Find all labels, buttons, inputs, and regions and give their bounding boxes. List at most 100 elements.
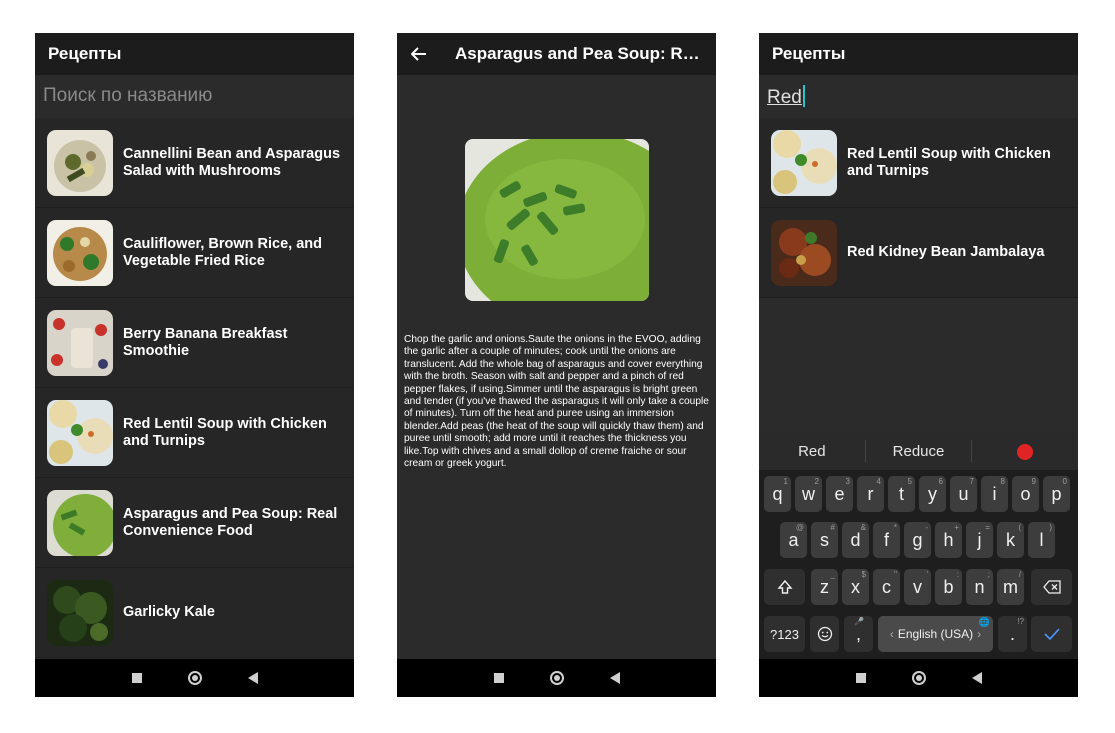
- recents-icon[interactable]: [855, 673, 866, 683]
- key-hint: 7: [969, 477, 974, 486]
- key-label: n: [974, 576, 985, 597]
- key-label: j: [977, 529, 982, 550]
- key-p[interactable]: 0p: [1043, 476, 1070, 512]
- key-hint: =: [985, 523, 990, 532]
- search-input[interactable]: Red: [767, 85, 805, 109]
- key-s[interactable]: # s: [811, 522, 838, 558]
- back-arrow-icon[interactable]: [411, 46, 427, 62]
- key-label: q: [772, 483, 783, 504]
- search-input[interactable]: Поиск по названию: [43, 85, 212, 107]
- app-bar: Asparagus and Pea Soup: Rea...: [397, 33, 716, 75]
- microphone-icon: 🎤: [854, 617, 864, 626]
- shift-key[interactable]: [764, 569, 805, 605]
- key-label: l: [1039, 529, 1044, 550]
- smiley-icon: [817, 626, 832, 642]
- backspace-key[interactable]: [1031, 569, 1072, 605]
- suggestion-item[interactable]: Red: [759, 443, 865, 460]
- key-k[interactable]: (k: [997, 522, 1024, 558]
- key-c[interactable]: " c: [873, 569, 900, 605]
- chevron-left-icon: ‹: [889, 627, 894, 641]
- search-query: Red: [767, 87, 802, 108]
- recipe-thumbnail: [771, 129, 837, 196]
- key-hint: 8: [1000, 477, 1005, 486]
- key-label: v: [913, 576, 922, 597]
- key-v[interactable]: ' v: [904, 569, 931, 605]
- recipe-list-item[interactable]: Red Lentil Soup with Chicken and Turnips: [759, 118, 1078, 208]
- key-r[interactable]: 4r: [857, 476, 884, 512]
- period-label: .: [1009, 623, 1015, 644]
- keyboard-row-4: ?123 🎤 , 🌐 ‹ English (USA) › !? .: [759, 616, 1078, 652]
- back-icon[interactable]: [609, 672, 620, 684]
- back-icon[interactable]: [247, 672, 258, 684]
- key-o[interactable]: 9o: [1012, 476, 1039, 512]
- key-hint: 5: [907, 477, 912, 486]
- key-label: r: [867, 483, 874, 504]
- key-j[interactable]: = j: [966, 522, 993, 558]
- recipe-title: Red Lentil Soup with Chicken and Turnips: [847, 145, 1051, 179]
- key-m[interactable]: / m: [997, 569, 1024, 605]
- recipe-title: Berry Banana Breakfast Smoothie: [123, 325, 288, 359]
- key-d[interactable]: & d: [842, 522, 869, 558]
- key-label: m: [1003, 576, 1018, 597]
- key-a[interactable]: @ a: [780, 522, 807, 558]
- suggestion-item[interactable]: Reduce: [866, 443, 972, 460]
- key-hint: (: [1018, 523, 1021, 532]
- globe-icon: 🌐: [978, 617, 990, 627]
- key-label: p: [1051, 483, 1062, 504]
- recipe-title: Red Lentil Soup with Chicken and Turnips: [123, 415, 327, 449]
- home-icon[interactable]: [549, 671, 564, 685]
- key-label: s: [820, 529, 829, 550]
- app-bar: Рецепты: [35, 33, 354, 75]
- recents-icon[interactable]: [493, 673, 504, 683]
- key-l[interactable]: ) l: [1028, 522, 1055, 558]
- recipe-thumbnail: [47, 129, 113, 196]
- key-n[interactable]: ; n: [966, 569, 993, 605]
- chevron-right-icon: ›: [977, 627, 982, 641]
- recipe-list-item[interactable]: Garlicky Kale: [35, 568, 354, 658]
- recipe-thumbnail: [47, 489, 113, 556]
- keyboard-row-2: @ a # s & d * f - g + h = j(k) l: [759, 522, 1078, 558]
- symbols-key[interactable]: ?123: [764, 616, 805, 652]
- emoji-key[interactable]: [810, 616, 839, 652]
- recipe-list-item[interactable]: Asparagus and Pea Soup: Real Convenience…: [35, 478, 354, 568]
- home-icon[interactable]: [911, 671, 926, 685]
- recipe-list-item[interactable]: Red Kidney Bean Jambalaya: [759, 208, 1078, 298]
- recipe-list-item[interactable]: Cannellini Bean and Asparagus Salad with…: [35, 118, 354, 208]
- recipe-list-item[interactable]: Red Lentil Soup with Chicken and Turnips: [35, 388, 354, 478]
- period-key[interactable]: !? .: [998, 616, 1027, 652]
- key-h[interactable]: + h: [935, 522, 962, 558]
- key-q[interactable]: 1q: [764, 476, 791, 512]
- recents-icon[interactable]: [131, 673, 142, 683]
- key-label: f: [883, 529, 889, 550]
- recipe-thumbnail: [47, 219, 113, 286]
- key-label: i: [992, 483, 997, 504]
- checkmark-icon: [1043, 628, 1060, 641]
- key-hint: $: [861, 570, 866, 579]
- key-w[interactable]: 2w: [795, 476, 822, 512]
- key-hint: 9: [1031, 477, 1036, 486]
- recipe-title: Cannellini Bean and Asparagus Salad with…: [123, 145, 341, 179]
- back-icon[interactable]: [971, 672, 982, 684]
- key-f[interactable]: * f: [873, 522, 900, 558]
- key-g[interactable]: -g: [904, 522, 931, 558]
- enter-key[interactable]: [1031, 616, 1072, 652]
- key-x[interactable]: $ x: [842, 569, 869, 605]
- suggestion-strip: Red Reduce: [759, 432, 1078, 470]
- key-z[interactable]: _ z: [811, 569, 838, 605]
- comma-key[interactable]: 🎤 ,: [844, 616, 873, 652]
- space-key[interactable]: 🌐 ‹ English (USA) ›: [878, 616, 993, 652]
- key-e[interactable]: 3e: [826, 476, 853, 512]
- key-i[interactable]: 8i: [981, 476, 1008, 512]
- key-u[interactable]: 7u: [950, 476, 977, 512]
- key-y[interactable]: 6y: [919, 476, 946, 512]
- backspace-icon: [1042, 580, 1061, 594]
- key-label: k: [1006, 529, 1015, 550]
- key-b[interactable]: :b: [935, 569, 962, 605]
- recipe-list-item[interactable]: Cauliflower, Brown Rice, and Vegetable F…: [35, 208, 354, 298]
- suggestion-emoji[interactable]: [972, 442, 1078, 460]
- phone-recipe-detail: Asparagus and Pea Soup: Rea... Chop the …: [397, 33, 716, 697]
- recipe-list-item[interactable]: Berry Banana Breakfast Smoothie: [35, 298, 354, 388]
- key-label: h: [943, 529, 954, 550]
- home-icon[interactable]: [187, 671, 202, 685]
- key-t[interactable]: 5t: [888, 476, 915, 512]
